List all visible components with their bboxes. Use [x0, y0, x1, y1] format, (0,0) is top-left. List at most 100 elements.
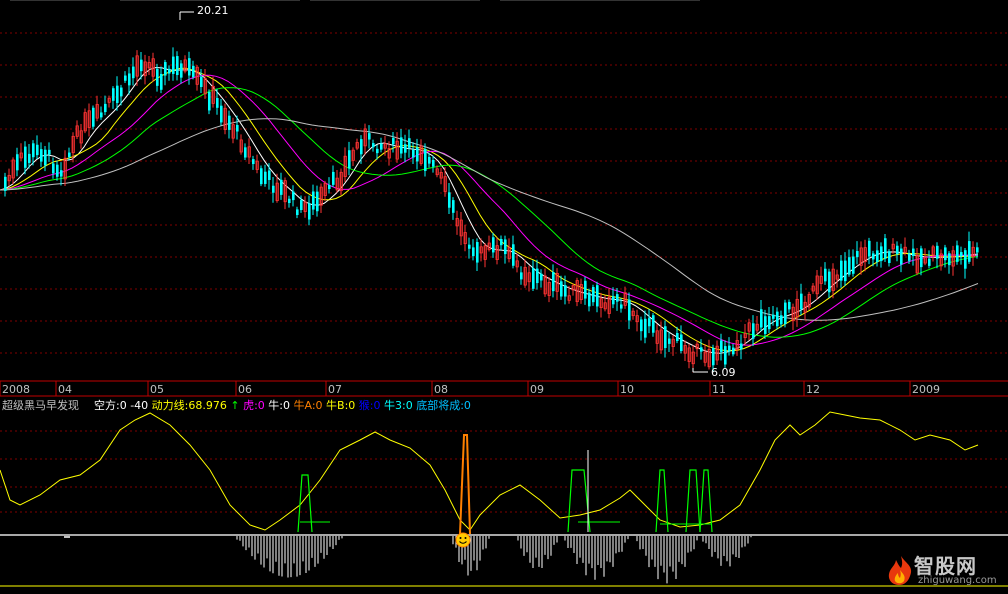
- candle-body: [300, 200, 303, 211]
- candle-body: [884, 238, 887, 259]
- candle-body: [160, 73, 163, 90]
- candle-body: [676, 333, 679, 341]
- axis-label: 07: [328, 383, 342, 396]
- indicator-item: -40: [130, 399, 151, 412]
- candle-body: [944, 247, 947, 261]
- ma20-line: [0, 74, 979, 346]
- axis-label: 12: [806, 383, 820, 396]
- candle-body: [652, 315, 655, 333]
- candle-body: [308, 203, 311, 220]
- axis-label: 2008: [2, 383, 30, 396]
- candle-body: [408, 138, 411, 148]
- low-price-label: 6.09: [711, 366, 736, 379]
- indicator-item: 牛B:0: [326, 398, 359, 412]
- candle-body: [328, 184, 331, 189]
- candle-body: [664, 326, 667, 349]
- candle-body: [244, 147, 247, 158]
- candle-body: [416, 147, 419, 162]
- ma5-line: [0, 66, 979, 354]
- candle-body: [32, 143, 35, 158]
- indicator-item: 动力线:68.976: [152, 398, 231, 412]
- candle-body: [896, 245, 899, 255]
- indicator-item: 牛3:0: [384, 398, 416, 412]
- high-marker: 20.21: [179, 4, 229, 20]
- candle-body: [848, 257, 851, 275]
- candle-body: [380, 143, 383, 150]
- candle-body: [16, 154, 19, 171]
- candle-body: [492, 237, 495, 253]
- candle-body: [288, 198, 291, 204]
- candle-body: [828, 271, 831, 293]
- high-price-label: 20.21: [197, 4, 229, 17]
- candle-body: [644, 318, 647, 338]
- chart-stage: 20.21 6.09 2008 04 05 06 07 08 09 10 11 12 2009 超级…: [0, 0, 1008, 587]
- candle-body: [216, 98, 219, 108]
- candle-body: [180, 63, 183, 78]
- candle-body: [520, 272, 523, 280]
- candle-body: [272, 185, 275, 193]
- candle-body: [156, 68, 159, 86]
- flame-logo-icon: [888, 556, 912, 585]
- candle-body: [132, 66, 135, 79]
- watermark: 智股网 zhiguwang.com: [884, 550, 1002, 590]
- candle-body: [404, 144, 407, 153]
- candle-body: [208, 92, 211, 111]
- candle-body: [40, 149, 43, 162]
- price-grid: [0, 32, 1008, 354]
- candle-body: [712, 347, 715, 366]
- candle-body: [124, 75, 127, 81]
- candle-body: [784, 302, 787, 325]
- candle-body: [928, 258, 931, 266]
- axis-label: 05: [150, 383, 164, 396]
- candle-body: [188, 58, 191, 76]
- top-info-strip: [0, 0, 1008, 4]
- indicator-name: 超级黑马早发现: [2, 398, 79, 412]
- candle-body: [500, 238, 503, 246]
- candle-body: [100, 112, 103, 118]
- axis-label: 06: [238, 383, 252, 396]
- candle-body: [540, 273, 543, 281]
- candle-body: [428, 156, 431, 164]
- candle-body: [372, 143, 375, 148]
- time-axis: 2008 04 05 06 07 08 09 10 11 12 2009: [0, 380, 1008, 397]
- candle-body: [900, 248, 903, 265]
- candle-body: [140, 59, 143, 72]
- candle-body: [312, 191, 315, 210]
- candle-body: [164, 62, 167, 76]
- candle-body: [448, 192, 451, 208]
- smiley-icon: [455, 532, 471, 548]
- orange-spike: [459, 434, 471, 535]
- candle-body: [776, 311, 779, 327]
- candle-body: [172, 56, 175, 74]
- candle-body: [720, 340, 723, 352]
- candle-body: [296, 209, 299, 216]
- candle-body: [788, 301, 791, 310]
- candle-body: [800, 293, 803, 310]
- candle-body: [68, 152, 71, 157]
- candle-body: [536, 268, 539, 284]
- watermark-url: zhiguwang.com: [918, 575, 997, 586]
- candle-body: [120, 87, 123, 97]
- indicator-item: 空方:0: [94, 398, 130, 412]
- candle-body: [60, 170, 63, 177]
- candle-body: [564, 285, 567, 297]
- candle-body: [4, 176, 7, 191]
- indicator-item: ↑: [230, 399, 243, 412]
- candle-body: [964, 250, 967, 269]
- candle-body: [616, 294, 619, 302]
- candle-body: [936, 245, 939, 259]
- candle-body: [880, 246, 883, 262]
- candle-body: [592, 287, 595, 303]
- candle-body: [412, 149, 415, 158]
- candle-body: [956, 245, 959, 262]
- signal-pulse: [297, 474, 313, 533]
- candle-body: [960, 252, 963, 257]
- candle-body: [976, 247, 979, 253]
- indicator-histogram: [236, 536, 752, 584]
- candle-body: [872, 253, 875, 260]
- signal-pulse: [655, 469, 669, 533]
- candle-body: [28, 153, 31, 163]
- signal-pulse: [685, 469, 701, 533]
- candle-body: [220, 105, 223, 123]
- candle-body: [400, 137, 403, 154]
